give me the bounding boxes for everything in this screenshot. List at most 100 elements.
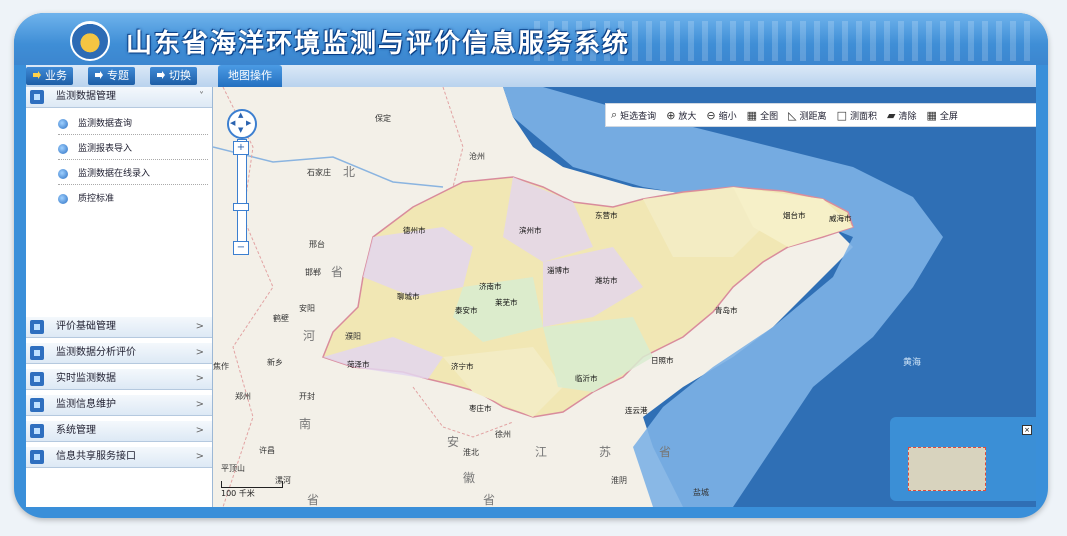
zoom-slider-handle[interactable]: [233, 203, 249, 211]
zoom-slider-track[interactable]: [237, 139, 247, 251]
map-label: 郑州: [235, 392, 251, 401]
boundary-line: [442, 87, 464, 188]
arrow-icon: [95, 71, 103, 79]
chevron-right-icon: >: [195, 399, 204, 410]
app-title: 山东省海洋环境监测与评价信息服务系统: [126, 29, 631, 59]
tool-label: 测距离: [799, 111, 827, 122]
bullet-icon: [58, 194, 68, 204]
map-toolbar: ⌕ 矩选查询 ⊕ 放大 ⊖ 缩小 ▦ 全图 ◺ 测距离 □ 测面积 ▰ 清除 ▦ 全屏: [605, 103, 1036, 127]
sidebar-section-system[interactable]: 系统管理 >: [26, 421, 212, 442]
section-label: 实时监测数据: [56, 373, 116, 384]
map-label: 省: [659, 445, 672, 459]
map-label: 苏: [599, 445, 612, 459]
sidebar-item-online-entry[interactable]: 监测数据在线录入: [58, 164, 208, 185]
tool-label: 矩选查询: [620, 111, 657, 122]
map-label: 沧州: [469, 152, 485, 161]
tool-clear[interactable]: ▰ 清除: [882, 109, 921, 122]
chevron-right-icon: >: [195, 347, 204, 358]
map-label: 安阳: [299, 304, 315, 313]
fullscreen-icon: ▦: [926, 108, 937, 122]
map-label: 淮北: [463, 448, 479, 457]
tool-label: 清除: [898, 111, 917, 122]
region-shape: [543, 317, 653, 392]
sidebar-item-report-import[interactable]: 监测报表导入: [58, 139, 208, 160]
section-icon: [30, 372, 44, 386]
scale-line: [221, 481, 283, 488]
close-icon[interactable]: ×: [1022, 425, 1032, 435]
overview-extent[interactable]: [908, 447, 986, 491]
sidebar-item-label: 监测报表导入: [78, 144, 133, 154]
map-label: 泰安市: [455, 306, 478, 315]
nav-button-switch[interactable]: 切换: [150, 67, 197, 85]
nav-button-topic[interactable]: 专题: [88, 67, 135, 85]
map-label: 青岛市: [715, 306, 738, 315]
search-icon: ⌕: [611, 108, 618, 121]
tab-map-operation[interactable]: 地图操作: [218, 65, 282, 87]
sidebar-section-eval-base[interactable]: 评价基础管理 >: [26, 317, 212, 338]
map-label: 威海市: [829, 214, 852, 223]
tool-fullscreen[interactable]: ▦ 全屏: [921, 109, 962, 122]
map-label: 邯郸: [305, 268, 321, 277]
chevron-right-icon: >: [195, 451, 204, 462]
map-label: 许昌: [259, 446, 275, 455]
sidebar: 监测数据管理 ˅ 监测数据查询 监测报表导入 监测数据在线录入 质控标准 评价基…: [26, 87, 213, 507]
section-label: 监测数据管理: [56, 91, 116, 102]
sidebar-item-qc-standard[interactable]: 质控标准: [58, 189, 208, 209]
app-frame: 山东省海洋环境监测与评价信息服务系统 业务 专题 切换 地图操作 监测数据管理 …: [14, 13, 1048, 518]
section-icon: [30, 90, 44, 104]
overview-map[interactable]: ×: [890, 417, 1036, 501]
zoom-in-button[interactable]: +: [233, 141, 249, 155]
sidebar-item-label: 监测数据在线录入: [78, 169, 151, 179]
map-label: 济南市: [479, 282, 502, 291]
chevron-right-icon: >: [195, 425, 204, 436]
map-view[interactable]: 保定 石家庄 北 沧州 东营市 德州市 滨州市 烟台市 威海市 邢台 邯郸 省 …: [213, 87, 1036, 507]
tool-zoom-out[interactable]: ⊖ 缩小: [701, 109, 741, 122]
zoom-out-icon: ⊖: [706, 108, 716, 122]
sidebar-section-monitoring-data[interactable]: 监测数据管理 ˅: [26, 87, 212, 108]
section-icon: [30, 424, 44, 438]
chevron-down-icon: ˅: [199, 91, 204, 102]
map-label: 石家庄: [307, 168, 331, 177]
pan-left-icon[interactable]: ◀: [230, 119, 235, 127]
tool-label: 全屏: [939, 111, 958, 122]
scale-label: 100 千米: [221, 489, 255, 498]
sidebar-section-maintenance[interactable]: 监测信息维护 >: [26, 395, 212, 416]
pan-control[interactable]: ▲ ▼ ◀ ▶: [227, 109, 257, 139]
tool-zoom-in[interactable]: ⊕ 放大: [661, 109, 701, 122]
zoom-out-button[interactable]: −: [233, 241, 249, 255]
map-label: 北: [343, 165, 356, 179]
map-label: 江: [535, 445, 548, 459]
sidebar-section-realtime[interactable]: 实时监测数据 >: [26, 369, 212, 390]
section-label: 监测数据分析评价: [56, 347, 136, 358]
map-label: 莱芜市: [495, 298, 518, 307]
sidebar-section-analysis[interactable]: 监测数据分析评价 >: [26, 343, 212, 364]
tool-label: 测面积: [849, 111, 877, 122]
tool-full-map[interactable]: ▦ 全图: [742, 109, 783, 122]
section-label: 系统管理: [56, 425, 96, 436]
sidebar-section-share[interactable]: 信息共享服务接口 >: [26, 447, 212, 468]
pan-up-icon[interactable]: ▲: [238, 111, 243, 119]
section-icon: [30, 398, 44, 412]
map-label: 滨州市: [519, 226, 542, 235]
nav-button-label: 业务: [45, 69, 67, 82]
nav-button-business[interactable]: 业务: [26, 67, 73, 85]
tool-measure-area[interactable]: □ 测面积: [832, 109, 882, 122]
tool-measure-distance[interactable]: ◺ 测距离: [783, 109, 831, 122]
arrow-icon: [33, 71, 41, 79]
nav-button-label: 切换: [169, 69, 191, 82]
map-label: 潍坊市: [595, 276, 618, 285]
tool-box-query[interactable]: ⌕ 矩选查询: [606, 108, 661, 122]
tool-label: 全图: [760, 111, 779, 122]
pan-down-icon[interactable]: ▼: [238, 126, 243, 134]
map-label: 聊城市: [397, 292, 420, 301]
map-label: 临沂市: [575, 374, 598, 383]
map-label: 淮阴: [611, 476, 627, 485]
nav-toolbar: 业务 专题 切换 地图操作: [26, 65, 1036, 87]
sidebar-item-data-query[interactable]: 监测数据查询: [58, 114, 208, 135]
map-label: 枣庄市: [469, 404, 492, 413]
bullet-icon: [58, 169, 68, 179]
zoom-in-icon: ⊕: [666, 108, 676, 122]
nav-button-label: 专题: [107, 69, 129, 82]
pan-right-icon[interactable]: ▶: [246, 119, 251, 127]
bullet-icon: [58, 144, 68, 154]
